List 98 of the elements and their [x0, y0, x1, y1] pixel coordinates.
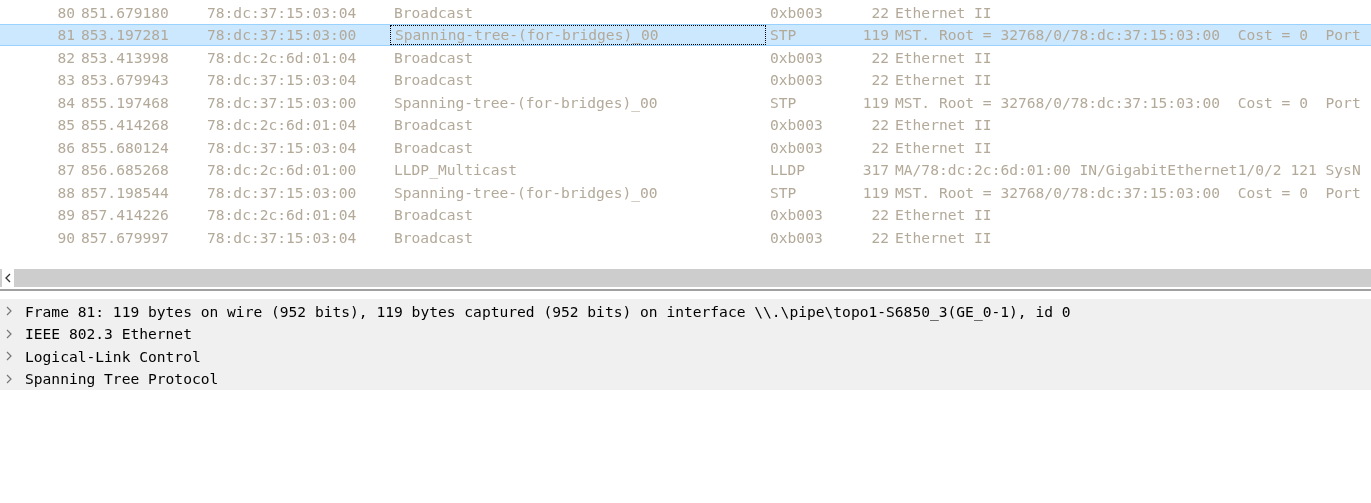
table-cell-text: 78:dc:37:15:03:04	[206, 2, 358, 23]
table-cell-text: 78:dc:37:15:03:04	[206, 227, 358, 248]
table-cell-text: 855.197468	[80, 92, 170, 113]
table-cell-text: 22	[870, 115, 889, 135]
table-cell-text: 90	[56, 227, 76, 248]
table-cell-text: 0xb003	[769, 205, 824, 225]
chevron-icon[interactable]	[5, 351, 13, 362]
table-cell-text: 855.414268	[80, 115, 170, 135]
table-cell-text: 78:dc:37:15:03:04	[206, 70, 358, 90]
table-cell-text: 317	[861, 160, 889, 180]
packet-row[interactable]: 87 856.685268 78:dc:2c:6d:01:00 LLDP_Multicast LLDP 317 MA/78:dc:2c:6d:01:00 IN/GigabitEthernet1/0/2 121 SysN	[0, 158, 1371, 181]
table-cell-text: 85	[56, 115, 76, 135]
table-cell-text: 22	[870, 137, 889, 158]
chevron-icon[interactable]	[5, 306, 13, 317]
table-cell-text: LLDP_Multicast	[393, 160, 518, 180]
table-cell-text: 82	[56, 47, 76, 68]
packet-row[interactable]: 89 857.414226 78:dc:2c:6d:01:04 Broadcast 0xb003 22 Ethernet II	[0, 203, 1371, 226]
table-cell-text: STP	[769, 182, 798, 203]
table-cell-text: MST. Root = 32768/0/78:dc:37:15:03:00 Cost = 0 Port	[894, 92, 1361, 113]
tree-item[interactable]: Logical-Link Control	[25, 347, 201, 365]
table-cell-text: 78:dc:37:15:03:00	[206, 92, 358, 113]
table-cell-text: Broadcast	[393, 227, 475, 248]
table-cell-text: 22	[870, 47, 889, 68]
table-cell-text: 0xb003	[769, 227, 824, 248]
table-cell-text: Broadcast	[393, 70, 475, 90]
table-cell-text: Broadcast	[393, 115, 475, 135]
table-cell-text: 0xb003	[769, 70, 824, 90]
table-cell-text: Ethernet II	[894, 137, 992, 158]
table-cell-text: 851.679180	[80, 2, 170, 23]
table-cell-text: 857.198544	[80, 182, 170, 203]
table-cell-text: 855.680124	[80, 137, 170, 158]
table-cell-text: 81	[56, 25, 76, 45]
table-cell-text: 88	[56, 182, 76, 203]
table-cell-text: 857.414226	[80, 205, 170, 225]
table-cell-text: Broadcast	[393, 205, 475, 225]
table-cell-text: STP	[769, 92, 798, 113]
packet-row[interactable]: 81 853.197281 78:dc:37:15:03:00 Spanning-tree-(for-bridges)_00 STP 119 MST. Root = 32768/0/78:dc:37:15:03:00 Cost = 0 Port	[0, 23, 1371, 46]
table-cell-text: 0xb003	[769, 137, 824, 158]
table-cell-text: 853.413998	[80, 47, 170, 68]
table-cell-text: Ethernet II	[894, 47, 992, 68]
table-cell-text: 119	[861, 92, 889, 113]
packet-row[interactable]: 83 853.679943 78:dc:37:15:03:04 Broadcast 0xb003 22 Ethernet II	[0, 68, 1371, 91]
table-cell-text: 119	[861, 25, 889, 45]
table-cell-text: 856.685268	[80, 160, 170, 180]
table-cell-text: 857.679997	[80, 227, 170, 248]
tree-item[interactable]: Frame 81: 119 bytes on wire (952 bits), 119 bytes captured (952 bits) on interface \\.\pipe\topo1-S6850_3(GE_0-1), id 0	[25, 302, 1071, 320]
table-cell-text: Broadcast	[393, 137, 475, 158]
table-cell-text: 22	[870, 205, 889, 225]
table-cell-text: 0xb003	[769, 47, 824, 68]
table-cell-text: Spanning-tree-(for-bridges)_00	[393, 182, 659, 203]
table-cell-text: 78:dc:2c:6d:01:04	[206, 47, 358, 68]
table-cell-text: LLDP	[769, 160, 807, 180]
tree-item[interactable]: IEEE 802.3 Ethernet	[25, 325, 192, 343]
chevron-icon[interactable]	[5, 328, 13, 339]
packet-row[interactable]: 88 857.198544 78:dc:37:15:03:00 Spanning-tree-(for-bridges)_00 STP 119 MST. Root = 32768/0/78:dc:37:15:03:00 Cost = 0 Port	[0, 181, 1371, 204]
packet-row[interactable]: 85 855.414268 78:dc:2c:6d:01:04 Broadcast 0xb003 22 Ethernet II	[0, 113, 1371, 136]
packet-row[interactable]: 80 851.679180 78:dc:37:15:03:04 Broadcast 0xb003 22 Ethernet II	[0, 1, 1371, 24]
table-cell-text: Broadcast	[393, 2, 475, 23]
table-cell-text: 78:dc:2c:6d:01:04	[206, 115, 358, 135]
table-cell-text: 22	[870, 70, 889, 90]
table-cell-text: STP	[769, 25, 798, 45]
table-cell-text: 78:dc:2c:6d:01:00	[206, 160, 358, 180]
table-cell-text: 0xb003	[769, 2, 824, 23]
table-cell-text: 78:dc:2c:6d:01:04	[206, 205, 358, 225]
table-cell-text: 78:dc:37:15:03:04	[206, 137, 358, 158]
table-cell-text: 84	[56, 92, 76, 113]
packet-row[interactable]: 90 857.679997 78:dc:37:15:03:04 Broadcast 0xb003 22 Ethernet II	[0, 226, 1371, 249]
table-cell-text: Broadcast	[393, 47, 475, 68]
table-cell-text: 853.197281	[80, 25, 170, 45]
table-cell-text: MST. Root = 32768/0/78:dc:37:15:03:00 Cost = 0 Port	[894, 25, 1361, 45]
table-cell-text: 80	[56, 2, 76, 23]
table-cell-text: Ethernet II	[894, 70, 992, 90]
table-cell-text: 78:dc:37:15:03:00	[206, 182, 358, 203]
horizontal-scrollbar[interactable]	[0, 269, 1371, 287]
table-cell-text: 89	[56, 205, 76, 225]
table-cell-text: 87	[56, 160, 76, 180]
table-cell-text: Ethernet II	[894, 205, 992, 225]
table-cell-text: 86	[56, 137, 76, 158]
table-cell-text: 22	[870, 227, 889, 248]
table-cell-text: Spanning-tree-(for-bridges)_00	[393, 92, 659, 113]
table-cell-text: MA/78:dc:2c:6d:01:00 IN/GigabitEthernet1/0/2 121 SysN	[894, 160, 1361, 180]
table-cell-text: 119	[861, 182, 889, 203]
scroll-left-icon[interactable]	[2, 269, 14, 287]
table-cell-text: Ethernet II	[894, 2, 992, 23]
tree-item[interactable]: Spanning Tree Protocol	[25, 370, 219, 388]
table-cell: Spanning-tree-(for-bridges)_00	[390, 24, 766, 45]
packet-row[interactable]: 86 855.680124 78:dc:37:15:03:04 Broadcast 0xb003 22 Ethernet II	[0, 136, 1371, 159]
table-cell-text: Ethernet II	[894, 115, 992, 135]
table-cell-text: 78:dc:37:15:03:00	[206, 25, 358, 45]
table-cell-text: Ethernet II	[894, 227, 992, 248]
chevron-icon[interactable]	[5, 373, 13, 384]
table-cell-text: 0xb003	[769, 115, 824, 135]
table-cell-text: 853.679943	[80, 70, 170, 90]
table-cell-text: MST. Root = 32768/0/78:dc:37:15:03:00 Cost = 0 Port	[894, 182, 1361, 203]
packet-row[interactable]: 84 855.197468 78:dc:37:15:03:00 Spanning-tree-(for-bridges)_00 STP 119 MST. Root = 32768/0/78:dc:37:15:03:00 Cost = 0 Port	[0, 91, 1371, 114]
table-cell-text: 83	[56, 70, 76, 90]
table-cell-text: 22	[870, 2, 889, 23]
packet-row[interactable]: 82 853.413998 78:dc:2c:6d:01:04 Broadcast 0xb003 22 Ethernet II	[0, 46, 1371, 69]
